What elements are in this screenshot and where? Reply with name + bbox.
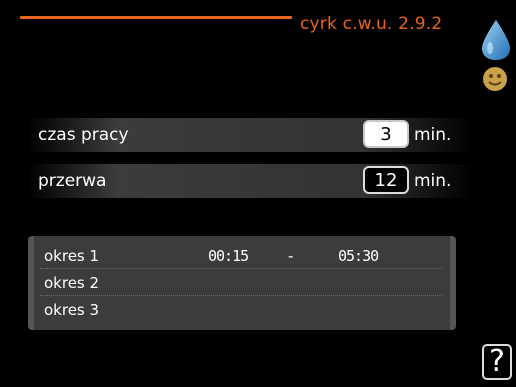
help-button[interactable]: ? bbox=[482, 344, 512, 380]
unit-label: min. bbox=[414, 125, 452, 145]
setting-row-operating-time[interactable]: czas pracy 3 min. bbox=[28, 118, 472, 152]
smiley-face-icon bbox=[483, 67, 507, 91]
page-title: cyrk c.w.u. 2.9.2 bbox=[300, 14, 443, 34]
period-row-1[interactable]: okres 1 00:15 - 05:30 bbox=[40, 242, 442, 269]
header-accent-line bbox=[20, 16, 292, 19]
unit-label: min. bbox=[414, 171, 452, 191]
period-end-time: 05:30 bbox=[338, 247, 379, 265]
periods-panel: okres 1 00:15 - 05:30 okres 2 okres 3 bbox=[28, 236, 456, 330]
water-drop-icon bbox=[482, 20, 510, 60]
pause-value[interactable]: 12 bbox=[363, 166, 409, 194]
help-icon: ? bbox=[489, 344, 505, 379]
period-label: okres 1 bbox=[44, 247, 100, 265]
period-row-2[interactable]: okres 2 bbox=[40, 269, 442, 296]
period-start-time: 00:15 bbox=[208, 247, 249, 265]
setting-label: czas pracy bbox=[38, 125, 129, 145]
operating-time-value[interactable]: 3 bbox=[363, 120, 409, 148]
setting-label: przerwa bbox=[38, 171, 107, 191]
period-label: okres 2 bbox=[44, 274, 100, 292]
period-separator: - bbox=[288, 247, 294, 265]
period-row-3[interactable]: okres 3 bbox=[40, 296, 442, 322]
period-label: okres 3 bbox=[44, 301, 100, 319]
setting-row-pause[interactable]: przerwa 12 min. bbox=[28, 164, 472, 198]
